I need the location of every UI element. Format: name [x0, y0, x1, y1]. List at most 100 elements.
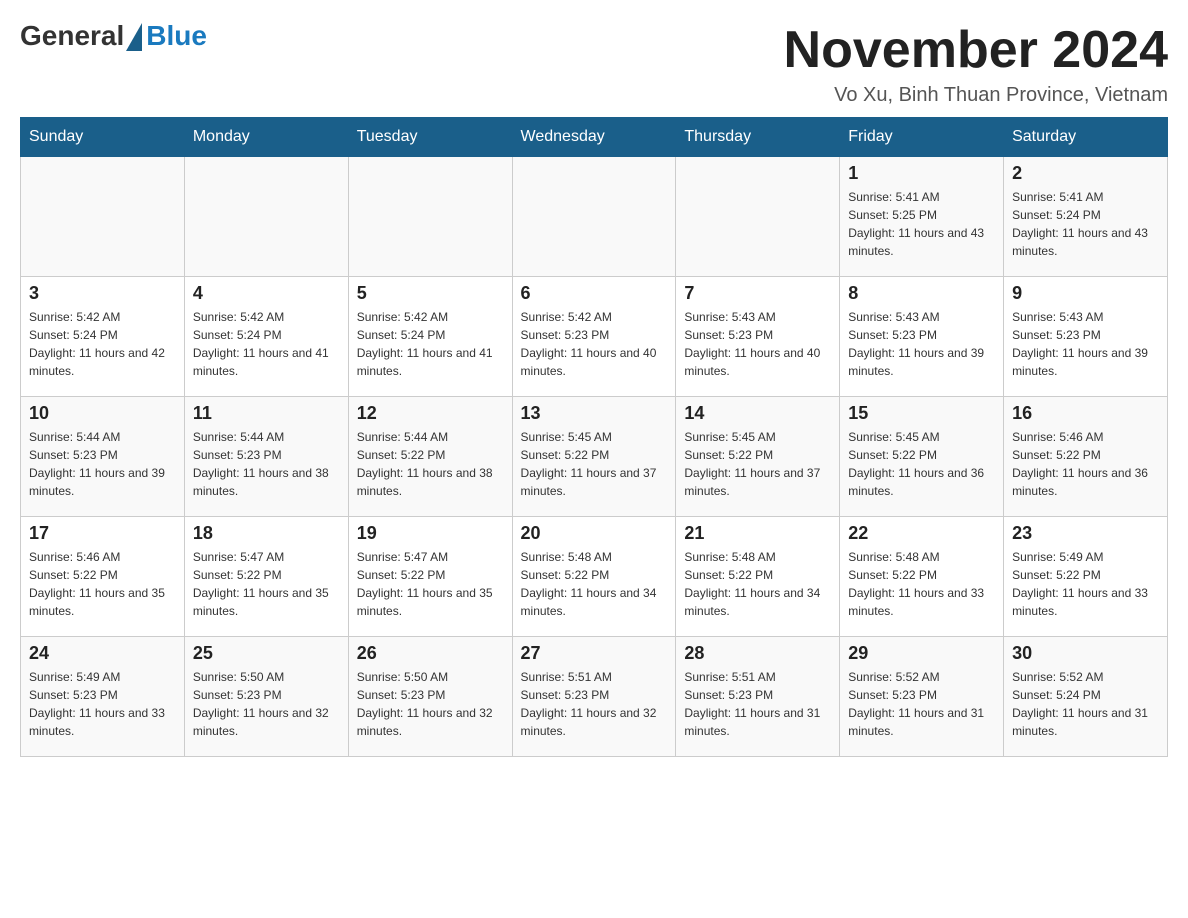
calendar-cell: 7 Sunrise: 5:43 AM Sunset: 5:23 PM Daylig…	[676, 277, 840, 397]
day-info: Sunrise: 5:50 AM Sunset: 5:23 PM Dayligh…	[193, 668, 340, 740]
calendar-cell: 4Sunrise: 5:42 AM Sunset: 5:24 PM Daylig…	[184, 277, 348, 397]
day-info: Sunrise: 5:51 AM Sunset: 5:23 PM Dayligh…	[521, 668, 668, 740]
day-info: Sunrise: 5:43 AM Sunset: 5:23 PM Dayligh…	[1012, 308, 1159, 380]
day-info: Sunrise: 5:43 AM Sunset: 5:23 PM Dayligh…	[848, 308, 995, 380]
day-number: 6	[521, 283, 668, 304]
logo-general-text: General	[20, 20, 124, 52]
calendar-cell: 15 Sunrise: 5:45 AM Sunset: 5:22 PM Dayli…	[840, 397, 1004, 517]
day-number: 2	[1012, 163, 1159, 184]
calendar-cell: 23Sunrise: 5:49 AM Sunset: 5:22 PM Dayli…	[1004, 517, 1168, 637]
calendar-cell: 29 Sunrise: 5:52 AM Sunset: 5:23 PM Dayli…	[840, 637, 1004, 757]
calendar-cell: 28 Sunrise: 5:51 AM Sunset: 5:23 PM Dayli…	[676, 637, 840, 757]
day-number: 1	[848, 163, 995, 184]
day-info: Sunrise: 5:41 AM Sunset: 5:24 PM Dayligh…	[1012, 188, 1159, 260]
calendar-cell: 12 Sunrise: 5:44 AM Sunset: 5:22 PM Dayli…	[348, 397, 512, 517]
day-number: 8	[848, 283, 995, 304]
day-number: 28	[684, 643, 831, 664]
calendar-cell: 2 Sunrise: 5:41 AM Sunset: 5:24 PM Daylig…	[1004, 157, 1168, 277]
calendar-week-row: 3Sunrise: 5:42 AM Sunset: 5:24 PM Daylig…	[21, 277, 1168, 397]
day-info: Sunrise: 5:42 AM Sunset: 5:24 PM Dayligh…	[357, 308, 504, 380]
calendar-cell: 1 Sunrise: 5:41 AM Sunset: 5:25 PM Daylig…	[840, 157, 1004, 277]
day-info: Sunrise: 5:45 AM Sunset: 5:22 PM Dayligh…	[521, 428, 668, 500]
calendar-header-row: Sunday Monday Tuesday Wednesday Thursday…	[21, 118, 1168, 157]
location-text: Vo Xu, Binh Thuan Province, Vietnam	[784, 84, 1168, 107]
calendar-cell: 30Sunrise: 5:52 AM Sunset: 5:24 PM Dayli…	[1004, 637, 1168, 757]
calendar-cell	[512, 157, 676, 277]
day-number: 7	[684, 283, 831, 304]
day-number: 20	[521, 523, 668, 544]
calendar-cell: 27Sunrise: 5:51 AM Sunset: 5:23 PM Dayli…	[512, 637, 676, 757]
calendar-cell: 17 Sunrise: 5:46 AM Sunset: 5:22 PM Dayli…	[21, 517, 185, 637]
day-number: 15	[848, 403, 995, 424]
calendar-week-row: 10Sunrise: 5:44 AM Sunset: 5:23 PM Dayli…	[21, 397, 1168, 517]
day-info: Sunrise: 5:51 AM Sunset: 5:23 PM Dayligh…	[684, 668, 831, 740]
day-number: 9	[1012, 283, 1159, 304]
calendar-cell: 21 Sunrise: 5:48 AM Sunset: 5:22 PM Dayli…	[676, 517, 840, 637]
day-number: 5	[357, 283, 504, 304]
calendar-cell: 22Sunrise: 5:48 AM Sunset: 5:22 PM Dayli…	[840, 517, 1004, 637]
calendar-table: Sunday Monday Tuesday Wednesday Thursday…	[20, 117, 1168, 757]
calendar-cell: 20 Sunrise: 5:48 AM Sunset: 5:22 PM Dayli…	[512, 517, 676, 637]
col-monday: Monday	[184, 118, 348, 157]
day-info: Sunrise: 5:47 AM Sunset: 5:22 PM Dayligh…	[193, 548, 340, 620]
day-number: 29	[848, 643, 995, 664]
day-info: Sunrise: 5:44 AM Sunset: 5:23 PM Dayligh…	[29, 428, 176, 500]
calendar-cell: 3Sunrise: 5:42 AM Sunset: 5:24 PM Daylig…	[21, 277, 185, 397]
calendar-week-row: 1 Sunrise: 5:41 AM Sunset: 5:25 PM Daylig…	[21, 157, 1168, 277]
day-info: Sunrise: 5:50 AM Sunset: 5:23 PM Dayligh…	[357, 668, 504, 740]
calendar-cell: 9 Sunrise: 5:43 AM Sunset: 5:23 PM Daylig…	[1004, 277, 1168, 397]
calendar-cell: 24 Sunrise: 5:49 AM Sunset: 5:23 PM Dayli…	[21, 637, 185, 757]
day-info: Sunrise: 5:44 AM Sunset: 5:23 PM Dayligh…	[193, 428, 340, 500]
day-info: Sunrise: 5:45 AM Sunset: 5:22 PM Dayligh…	[684, 428, 831, 500]
day-info: Sunrise: 5:52 AM Sunset: 5:23 PM Dayligh…	[848, 668, 995, 740]
calendar-cell: 11 Sunrise: 5:44 AM Sunset: 5:23 PM Dayli…	[184, 397, 348, 517]
day-info: Sunrise: 5:43 AM Sunset: 5:23 PM Dayligh…	[684, 308, 831, 380]
day-info: Sunrise: 5:45 AM Sunset: 5:22 PM Dayligh…	[848, 428, 995, 500]
day-info: Sunrise: 5:42 AM Sunset: 5:24 PM Dayligh…	[29, 308, 176, 380]
calendar-cell: 18Sunrise: 5:47 AM Sunset: 5:22 PM Dayli…	[184, 517, 348, 637]
calendar-cell: 19Sunrise: 5:47 AM Sunset: 5:22 PM Dayli…	[348, 517, 512, 637]
day-number: 25	[193, 643, 340, 664]
calendar-cell: 6 Sunrise: 5:42 AM Sunset: 5:23 PM Daylig…	[512, 277, 676, 397]
calendar-cell: 26 Sunrise: 5:50 AM Sunset: 5:23 PM Dayli…	[348, 637, 512, 757]
day-number: 24	[29, 643, 176, 664]
day-info: Sunrise: 5:52 AM Sunset: 5:24 PM Dayligh…	[1012, 668, 1159, 740]
calendar-cell: 25 Sunrise: 5:50 AM Sunset: 5:23 PM Dayli…	[184, 637, 348, 757]
title-section: November 2024 Vo Xu, Binh Thuan Province…	[784, 20, 1168, 107]
page-header: General Blue November 2024 Vo Xu, Binh T…	[20, 20, 1168, 107]
col-sunday: Sunday	[21, 118, 185, 157]
calendar-cell: 10Sunrise: 5:44 AM Sunset: 5:23 PM Dayli…	[21, 397, 185, 517]
logo-triangle-icon	[126, 23, 142, 51]
day-info: Sunrise: 5:49 AM Sunset: 5:22 PM Dayligh…	[1012, 548, 1159, 620]
logo-blue-text: Blue	[146, 20, 207, 52]
day-number: 21	[684, 523, 831, 544]
day-info: Sunrise: 5:48 AM Sunset: 5:22 PM Dayligh…	[848, 548, 995, 620]
col-tuesday: Tuesday	[348, 118, 512, 157]
day-info: Sunrise: 5:46 AM Sunset: 5:22 PM Dayligh…	[29, 548, 176, 620]
day-info: Sunrise: 5:44 AM Sunset: 5:22 PM Dayligh…	[357, 428, 504, 500]
day-number: 14	[684, 403, 831, 424]
calendar-week-row: 24 Sunrise: 5:49 AM Sunset: 5:23 PM Dayli…	[21, 637, 1168, 757]
day-number: 12	[357, 403, 504, 424]
day-number: 16	[1012, 403, 1159, 424]
day-info: Sunrise: 5:41 AM Sunset: 5:25 PM Dayligh…	[848, 188, 995, 260]
day-info: Sunrise: 5:48 AM Sunset: 5:22 PM Dayligh…	[684, 548, 831, 620]
col-friday: Friday	[840, 118, 1004, 157]
day-number: 26	[357, 643, 504, 664]
day-info: Sunrise: 5:42 AM Sunset: 5:23 PM Dayligh…	[521, 308, 668, 380]
col-wednesday: Wednesday	[512, 118, 676, 157]
day-number: 17	[29, 523, 176, 544]
day-number: 11	[193, 403, 340, 424]
logo: General Blue	[20, 20, 207, 52]
day-info: Sunrise: 5:47 AM Sunset: 5:22 PM Dayligh…	[357, 548, 504, 620]
day-info: Sunrise: 5:49 AM Sunset: 5:23 PM Dayligh…	[29, 668, 176, 740]
calendar-cell	[348, 157, 512, 277]
day-info: Sunrise: 5:42 AM Sunset: 5:24 PM Dayligh…	[193, 308, 340, 380]
day-info: Sunrise: 5:48 AM Sunset: 5:22 PM Dayligh…	[521, 548, 668, 620]
calendar-cell	[184, 157, 348, 277]
calendar-week-row: 17 Sunrise: 5:46 AM Sunset: 5:22 PM Dayli…	[21, 517, 1168, 637]
day-info: Sunrise: 5:46 AM Sunset: 5:22 PM Dayligh…	[1012, 428, 1159, 500]
day-number: 13	[521, 403, 668, 424]
col-saturday: Saturday	[1004, 118, 1168, 157]
calendar-cell: 16 Sunrise: 5:46 AM Sunset: 5:22 PM Dayli…	[1004, 397, 1168, 517]
